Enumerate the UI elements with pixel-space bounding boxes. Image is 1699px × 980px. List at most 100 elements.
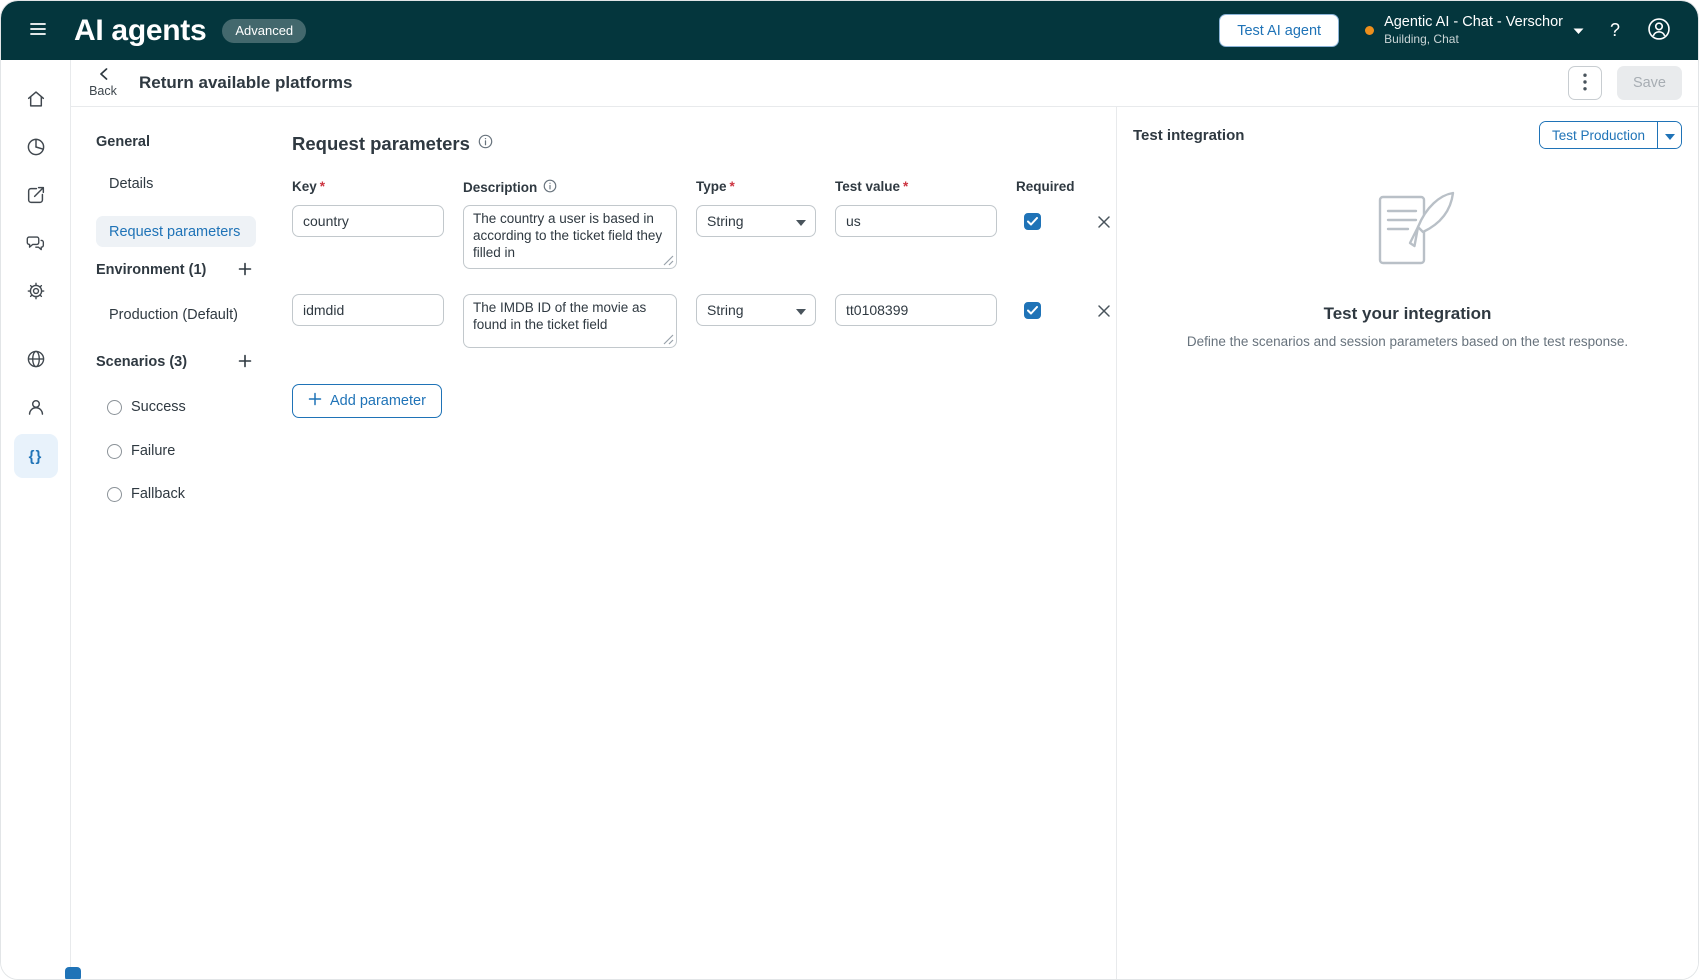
question-mark-icon: ? — [1609, 20, 1620, 40]
column-label-description: Description — [463, 179, 677, 196]
pie-chart-icon — [25, 136, 47, 161]
test-production-dropdown-button[interactable] — [1657, 122, 1681, 148]
subnav-item-production[interactable]: Production (Default) — [109, 307, 238, 323]
column-label-required: Required — [1016, 179, 1075, 194]
add-scenario-button[interactable] — [234, 351, 256, 373]
add-environment-button[interactable] — [234, 259, 256, 281]
close-icon — [1097, 215, 1111, 232]
agent-status-dot — [1365, 26, 1375, 35]
back-label: Back — [89, 84, 117, 98]
integration-subnav: General Details Request parameters Envir… — [96, 107, 306, 979]
remove-parameter-button[interactable] — [1095, 303, 1113, 321]
plus-icon — [308, 392, 322, 410]
scenario-option-success[interactable]: Success — [107, 399, 186, 415]
subnav-item-request-parameters[interactable]: Request parameters — [96, 216, 256, 247]
form-title: Request parameters — [292, 133, 470, 154]
agent-meta: Building, Chat — [1384, 31, 1459, 46]
gear-icon — [25, 280, 47, 305]
subnav-item-details[interactable]: Details — [109, 176, 153, 192]
key-input[interactable] — [292, 205, 444, 237]
person-icon — [25, 396, 47, 421]
code-braces-icon: {} — [28, 447, 43, 465]
test-value-input[interactable] — [835, 205, 997, 237]
chevron-down-icon — [1664, 128, 1675, 143]
test-production-button[interactable]: Test Production — [1539, 122, 1657, 148]
add-parameter-button[interactable]: Add parameter — [292, 384, 442, 418]
app-title: AI agents — [74, 13, 207, 47]
hamburger-menu-button[interactable] — [28, 19, 48, 42]
page-toolbar: Back Return available platforms Save — [71, 60, 1698, 107]
test-integration-panel: Test integration Test Production Test yo… — [1116, 107, 1698, 979]
avatar-icon — [1646, 16, 1672, 45]
request-parameters-form: Request parameters Key * Description Type… — [292, 107, 1135, 418]
test-ai-agent-button[interactable]: Test AI agent — [1219, 14, 1340, 47]
type-select[interactable]: String — [696, 205, 816, 237]
general-heading: General — [96, 134, 150, 150]
plus-icon — [238, 262, 252, 279]
hamburger-icon — [28, 19, 48, 42]
scenario-option-fallback[interactable]: Fallback — [107, 486, 185, 502]
floating-button-partial[interactable] — [65, 967, 81, 979]
info-icon[interactable] — [543, 179, 557, 196]
test-empty-state: Test your integration Define the scenari… — [1117, 187, 1698, 349]
agent-name: Agentic AI - Chat - Verschor — [1384, 14, 1563, 31]
icon-rail: {} — [1, 60, 71, 979]
nav-improve-button[interactable] — [14, 174, 58, 218]
chevron-left-icon — [99, 68, 108, 83]
chevron-down-icon — [796, 302, 806, 318]
radio-icon[interactable] — [107, 486, 122, 502]
chevron-down-icon — [1573, 22, 1584, 40]
kebab-icon — [1583, 73, 1587, 94]
globe-icon — [25, 348, 47, 373]
plus-icon — [238, 354, 252, 371]
empty-state-description: Define the scenarios and session paramet… — [1186, 334, 1629, 349]
app-window: AI agents Advanced Test AI agent Agentic… — [0, 0, 1699, 980]
help-button[interactable]: ? — [1610, 20, 1620, 41]
parameter-row: The country a user is based in according… — [292, 205, 1135, 269]
content-area: General Details Request parameters Envir… — [71, 107, 1698, 979]
environment-heading: Environment (1) — [96, 259, 256, 281]
parameter-row: The IMDB ID of the movie as found in the… — [292, 294, 1135, 348]
back-button[interactable]: Back — [79, 68, 127, 98]
overflow-menu-button[interactable] — [1567, 66, 1602, 100]
top-header: AI agents Advanced Test AI agent Agentic… — [1, 1, 1698, 60]
nav-home-button[interactable] — [14, 78, 58, 122]
key-input[interactable] — [292, 294, 444, 326]
nav-analytics-button[interactable] — [14, 126, 58, 170]
description-textarea[interactable]: The country a user is based in according… — [463, 205, 677, 269]
agent-selector-dropdown[interactable]: Agentic AI - Chat - Verschor Building, C… — [1365, 14, 1584, 46]
nav-conversations-button[interactable] — [14, 222, 58, 266]
nav-settings-button[interactable] — [14, 270, 58, 314]
column-label-key: Key * — [292, 179, 326, 194]
close-icon — [1097, 304, 1111, 321]
scenarios-heading: Scenarios (3) — [96, 351, 256, 373]
radio-icon[interactable] — [107, 399, 122, 415]
test-value-input[interactable] — [835, 294, 997, 326]
required-checkbox[interactable] — [1024, 213, 1041, 230]
remove-parameter-button[interactable] — [1095, 214, 1113, 232]
nav-integrations-button[interactable]: {} — [13, 434, 58, 478]
radio-icon[interactable] — [107, 443, 122, 459]
nav-web-button[interactable] — [14, 338, 58, 382]
column-label-test-value: Test value * — [835, 179, 909, 194]
column-labels: Key * Description Type * Test value * Requi… — [292, 179, 1135, 196]
scenario-option-failure[interactable]: Failure — [107, 443, 175, 459]
user-avatar-button[interactable] — [1646, 16, 1672, 45]
required-checkbox[interactable] — [1024, 302, 1041, 319]
description-textarea[interactable]: The IMDB ID of the movie as found in the… — [463, 294, 677, 348]
check-icon — [1027, 213, 1038, 231]
external-arrow-icon — [25, 184, 47, 209]
plan-badge: Advanced — [222, 18, 307, 43]
nav-audience-button[interactable] — [14, 386, 58, 430]
save-button[interactable]: Save — [1616, 66, 1682, 100]
info-icon[interactable] — [478, 134, 493, 154]
page-title: Return available platforms — [139, 73, 353, 92]
document-quill-illustration — [1356, 187, 1460, 284]
chat-bubbles-icon — [25, 232, 47, 257]
chevron-down-icon — [796, 213, 806, 229]
check-icon — [1027, 302, 1038, 320]
empty-state-title: Test your integration — [1323, 304, 1492, 323]
panel-title: Test integration — [1133, 126, 1245, 144]
type-select[interactable]: String — [696, 294, 816, 326]
test-production-split-button: Test Production — [1538, 121, 1682, 149]
